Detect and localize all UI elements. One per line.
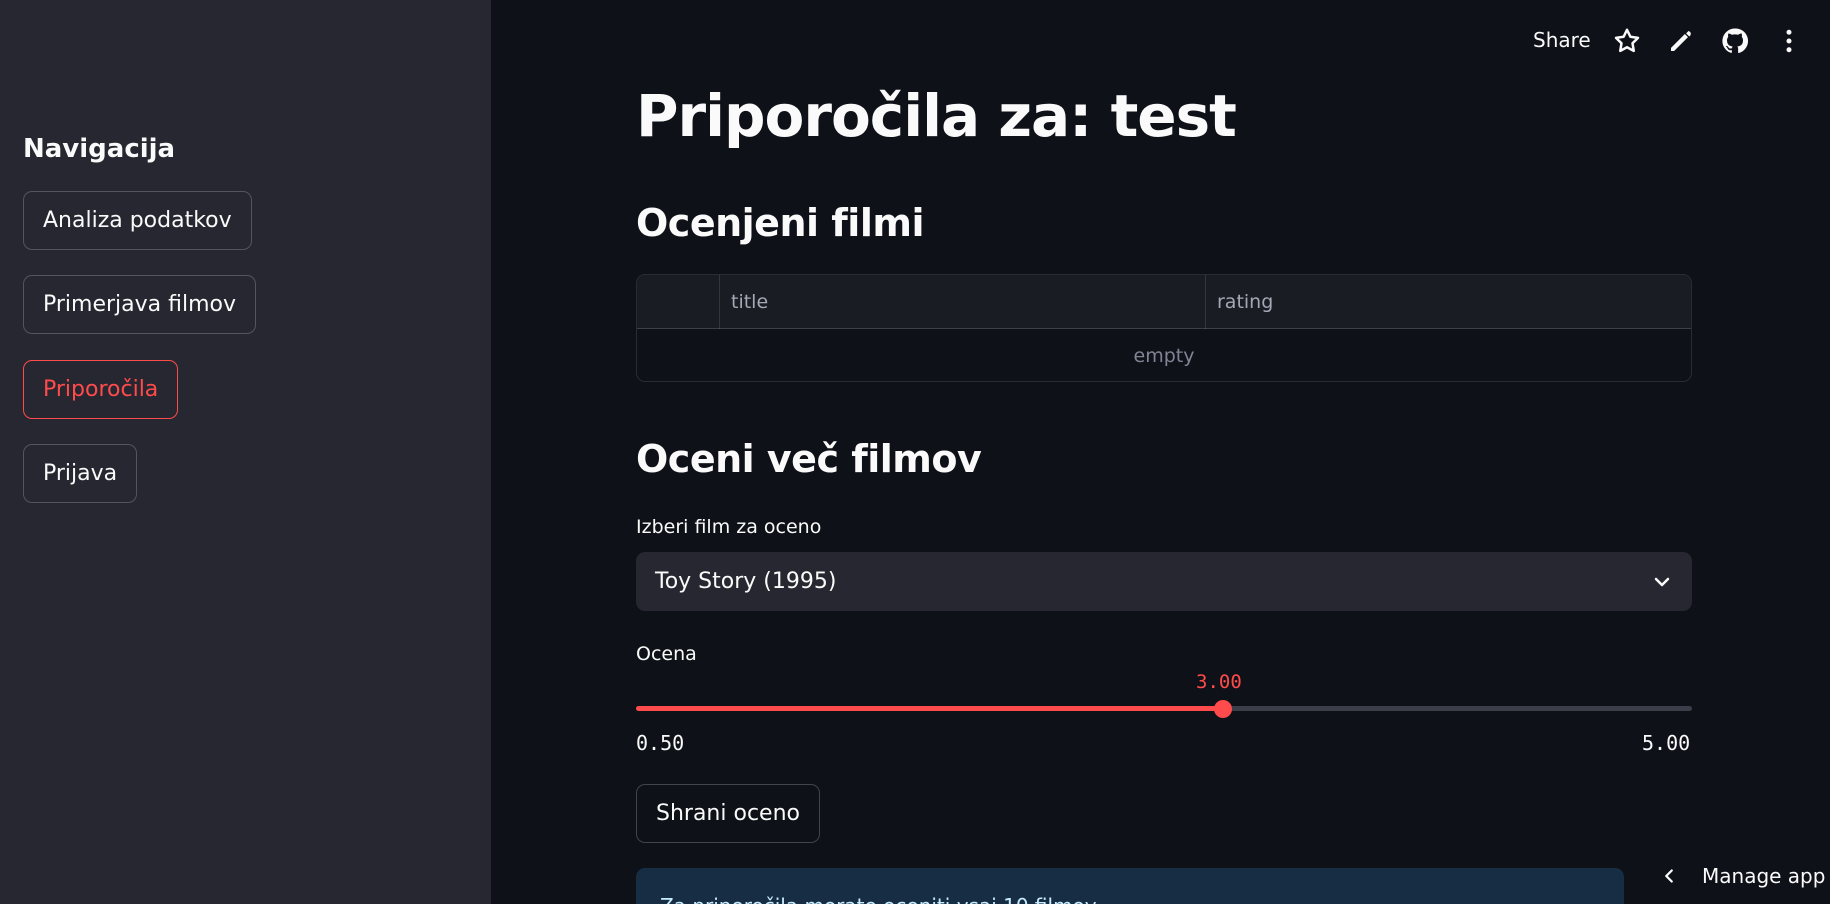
rated-movies-table[interactable]: title rating empty bbox=[636, 274, 1692, 382]
rating-slider-fill bbox=[636, 706, 1223, 711]
sidebar-item-analiza-podatkov[interactable]: Analiza podatkov bbox=[23, 191, 252, 250]
page-title: Priporočila za: test bbox=[636, 82, 1237, 150]
rated-movies-heading: Ocenjeni filmi bbox=[636, 201, 924, 245]
sidebar-title: Navigacija bbox=[23, 134, 176, 164]
slider-max-label: 5.00 bbox=[1642, 731, 1691, 755]
slider-min-label: 0.50 bbox=[636, 731, 685, 755]
more-vertical-icon[interactable] bbox=[1774, 26, 1804, 56]
manage-app-button[interactable]: Manage app bbox=[1640, 848, 1830, 904]
table-header-rating[interactable]: rating bbox=[1205, 275, 1691, 329]
share-button[interactable]: Share bbox=[1533, 28, 1591, 52]
table-empty-message: empty bbox=[1133, 345, 1195, 367]
github-icon[interactable] bbox=[1720, 26, 1750, 56]
sidebar-item-prijava[interactable]: Prijava bbox=[23, 444, 138, 503]
sidebar-item-priporocila[interactable]: Priporočila bbox=[23, 360, 179, 419]
rating-slider-thumb[interactable] bbox=[1214, 700, 1232, 718]
chevron-left-icon bbox=[1665, 869, 1673, 883]
info-alert: Za priporočila morate oceniti vsaj 10 fi… bbox=[636, 868, 1624, 904]
star-icon[interactable] bbox=[1612, 26, 1642, 56]
save-rating-button[interactable]: Shrani oceno bbox=[636, 784, 820, 843]
table-header: title rating bbox=[637, 275, 1691, 329]
rate-more-heading: Oceni več filmov bbox=[636, 437, 982, 481]
table-header-index bbox=[637, 275, 719, 329]
pencil-icon[interactable] bbox=[1666, 26, 1696, 56]
movie-select[interactable]: Toy Story (1995) bbox=[636, 552, 1692, 611]
rating-slider-track[interactable] bbox=[636, 706, 1692, 711]
movie-select-value: Toy Story (1995) bbox=[655, 569, 837, 594]
slider-label: Ocena bbox=[636, 643, 697, 665]
table-header-title[interactable]: title bbox=[719, 275, 1205, 329]
select-label: Izberi film za oceno bbox=[636, 516, 822, 538]
sidebar: Navigacija Analiza podatkov Primerjava f… bbox=[0, 0, 491, 904]
slider-current-value: 3.00 bbox=[1196, 671, 1242, 693]
chevron-down-icon bbox=[1654, 577, 1670, 587]
sidebar-item-primerjava-filmov[interactable]: Primerjava filmov bbox=[23, 275, 257, 334]
manage-app-label: Manage app bbox=[1702, 864, 1826, 888]
